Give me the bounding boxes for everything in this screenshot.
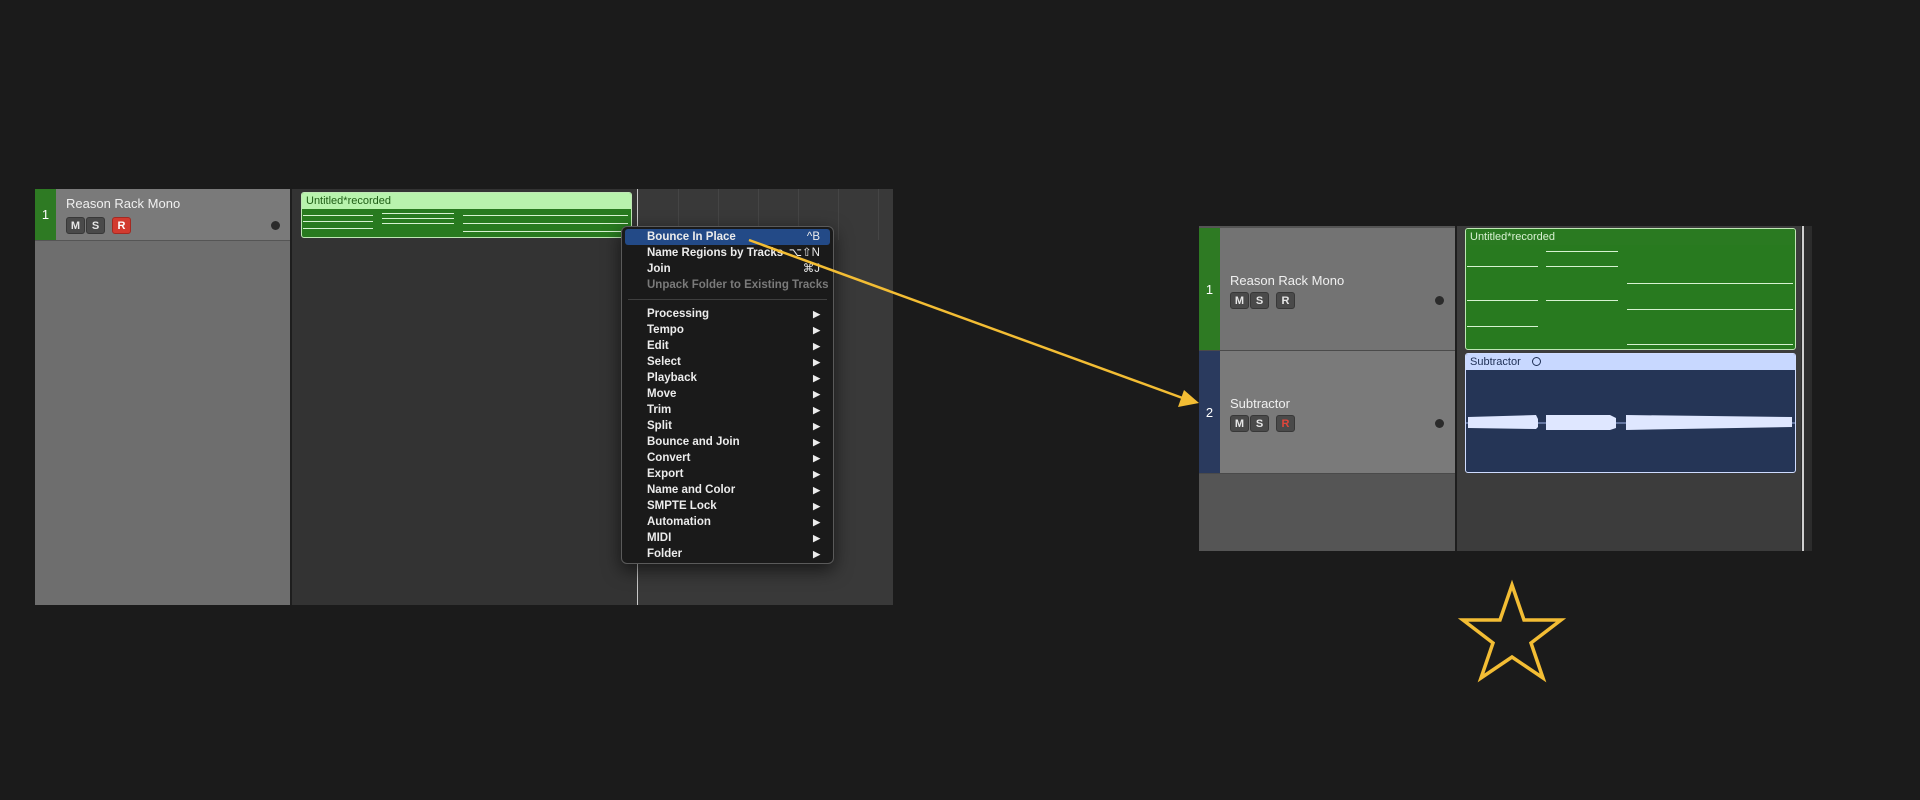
star-icon: [1457, 579, 1567, 683]
annotation-overlay: [748, 238, 1567, 683]
annotation-arrow-head-icon: [1178, 390, 1199, 407]
annotation-arrow-line: [748, 238, 1189, 402]
